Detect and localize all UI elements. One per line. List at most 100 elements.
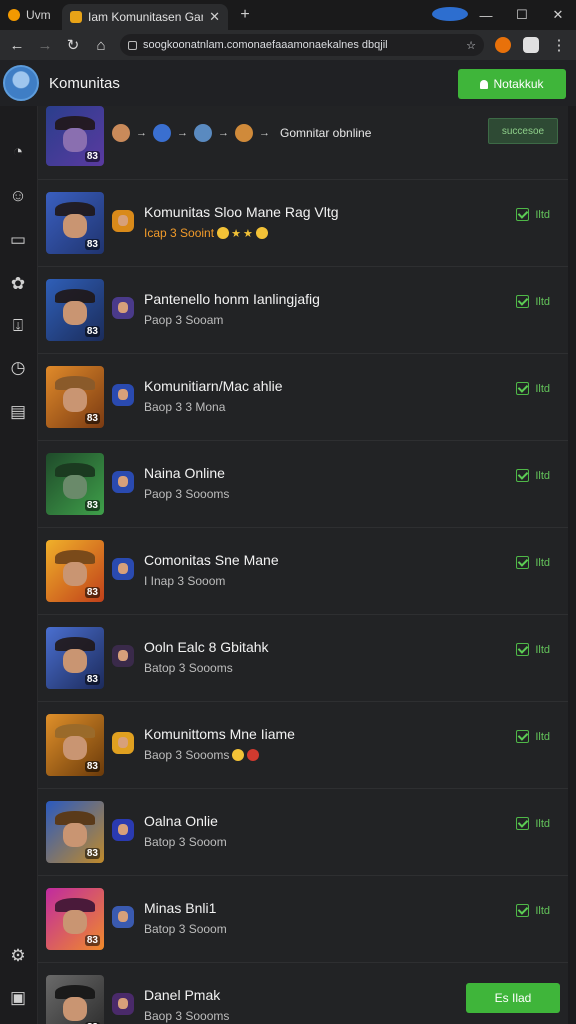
extension-icon[interactable] (490, 32, 516, 58)
player-icon (112, 993, 134, 1015)
window-controls: — ☐ ✕ (432, 0, 576, 30)
joined-badge[interactable]: Iltd (516, 904, 550, 917)
join-button[interactable]: Es Ilad (466, 983, 560, 1013)
joined-badge[interactable]: Iltd (516, 643, 550, 656)
item-title: Oalna Onlie (144, 813, 218, 829)
item-subtitle: Paop 3 Soooms (144, 487, 230, 501)
new-tab-button[interactable]: + (232, 6, 258, 24)
smile-icon[interactable]: ☺ (8, 186, 28, 206)
list-item[interactable]: 83 Danel Pmak Baop 3 Soooms Es Ilad (38, 963, 568, 1024)
home-icon[interactable]: ⌂ (88, 32, 114, 58)
item-title: Komunittoms Mne Iiame (144, 726, 295, 742)
friend-avatar (112, 124, 130, 142)
back-icon[interactable]: ← (4, 32, 30, 58)
list-item[interactable]: 83 Pantenello honm Ianlingjafig Paop 3 S… (38, 267, 568, 354)
game-thumbnail: 83 (46, 106, 104, 166)
minimize-icon[interactable]: — (468, 8, 504, 23)
chat-icon[interactable]: ▣ (8, 988, 28, 1008)
avatar[interactable] (3, 65, 39, 101)
game-thumbnail: 83 (46, 975, 104, 1024)
list-item[interactable]: 83 Naina Online Paop 3 Soooms Iltd (38, 441, 568, 528)
image-icon[interactable]: ▭ (8, 230, 28, 250)
game-thumbnail: 83 (46, 453, 104, 515)
gear-icon[interactable]: ⚙ (8, 946, 28, 966)
game-thumbnail: 83 (46, 279, 104, 341)
game-thumbnail: 83 (46, 888, 104, 950)
scrollbar[interactable] (568, 106, 576, 1024)
list-item[interactable]: 83 → → → → Gomnitar obnline succesoe (38, 106, 568, 180)
friend-avatar (153, 124, 171, 142)
tab-favicon-icon (8, 9, 20, 21)
game-thumbnail: 83 (46, 627, 104, 689)
item-subtitle: Batop 3 Sooom (144, 922, 227, 936)
friend-avatar (194, 124, 212, 142)
list-item[interactable]: 83 Comonitas Sne Mane I Inap 3 Sooom Ilt… (38, 528, 568, 615)
gauge-icon[interactable]: ◔ (8, 142, 28, 162)
item-title: Pantenello honm Ianlingjafig (144, 291, 320, 307)
joined-badge[interactable]: Iltd (516, 382, 550, 395)
lock-icon (128, 40, 137, 50)
check-icon (516, 295, 530, 308)
profile-icon[interactable] (432, 6, 468, 24)
notify-button-label: Notakkuk (493, 77, 544, 91)
friend-avatar (235, 124, 253, 142)
check-icon (516, 730, 530, 743)
joined-badge[interactable]: Iltd (516, 817, 550, 830)
menu-icon[interactable]: ⋮ (546, 32, 572, 58)
joined-badge[interactable]: Iltd (516, 208, 550, 221)
tab-favicon-icon (70, 11, 82, 23)
player-icon (112, 906, 134, 928)
friend-chain: → → → → Gomnitar obnline (112, 124, 371, 142)
player-icon (112, 732, 134, 754)
game-thumbnail: 83 (46, 540, 104, 602)
url-text: soogkoonatnlam.comonaefaaamonaekalnes db… (143, 39, 388, 51)
joined-badge[interactable]: Iltd (516, 730, 550, 743)
check-icon (516, 643, 530, 656)
list-item[interactable]: 83 Komunitiarn/Mac ahlie Baop 3 3 Mona I… (38, 354, 568, 441)
puzzle-icon[interactable]: ✿ (8, 274, 28, 294)
address-bar[interactable]: soogkoonatnlam.comonaefaaamonaekalnes db… (120, 34, 484, 56)
player-icon (112, 558, 134, 580)
tab-title: Uvm (26, 8, 51, 22)
maximize-icon[interactable]: ☐ (504, 7, 540, 23)
item-title: Minas Bnli1 (144, 900, 217, 916)
item-subtitle: Baop 3 Soooms (144, 1009, 230, 1023)
reload-icon[interactable]: ↻ (60, 32, 86, 58)
browser-toolbar: ← → ↻ ⌂ soogkoonatnlam.comonaefaaamonaek… (0, 30, 576, 60)
joined-badge[interactable]: Iltd (516, 556, 550, 569)
check-icon (516, 208, 530, 221)
notify-button[interactable]: Notakkuk (458, 69, 566, 99)
game-thumbnail: 83 (46, 366, 104, 428)
forward-icon[interactable]: → (32, 32, 58, 58)
close-icon[interactable]: ✕ (209, 9, 220, 25)
joined-badge[interactable]: Iltd (516, 469, 550, 482)
item-subtitle: Baop 3 3 Mona (144, 400, 226, 414)
card-icon[interactable]: ▤ (8, 402, 28, 422)
check-icon (516, 817, 530, 830)
item-subtitle: Batop 3 Soooms (144, 661, 233, 675)
check-icon (516, 556, 530, 569)
status-text: Gomnitar obnline (280, 126, 372, 140)
list-item[interactable]: 83 Oalna Onlie Batop 3 Sooom Iltd (38, 789, 568, 876)
close-window-icon[interactable]: ✕ (540, 7, 576, 23)
player-icon (112, 210, 134, 232)
app-header: Komunitas Notakkuk (0, 60, 576, 106)
check-icon (516, 904, 530, 917)
community-list: 83 → → → → Gomnitar obnline succesoe 83 … (38, 106, 568, 1024)
bell-icon (480, 79, 489, 89)
sidebar: ◔ ☺ ▭ ✿ ⍗ ◷ ▤ ⚙ ▣ (0, 106, 38, 1024)
list-item[interactable]: 83 Komunitas Sloo Mane Rag Vltg Icap 3 S… (38, 180, 568, 267)
download-icon[interactable]: ⍗ (8, 316, 28, 336)
tab-inactive[interactable]: Uvm (0, 0, 62, 30)
item-subtitle: Paop 3 Sooam (144, 313, 224, 327)
bookmark-star-icon[interactable]: ☆ (466, 39, 476, 52)
status-badge: succesoe (488, 118, 558, 144)
clock-icon[interactable]: ◷ (8, 358, 28, 378)
item-subtitle: Baop 3 Soooms (144, 748, 260, 762)
list-item[interactable]: 83 Komunittoms Mne Iiame Baop 3 Soooms I… (38, 702, 568, 789)
extension-puzzle-icon[interactable] (518, 32, 544, 58)
list-item[interactable]: 83 Ooln Ealc 8 Gbitahk Batop 3 Soooms Il… (38, 615, 568, 702)
tab-active[interactable]: Iam Komunitasen Gam ✕ (62, 4, 228, 30)
list-item[interactable]: 83 Minas Bnli1 Batop 3 Sooom Iltd (38, 876, 568, 963)
joined-badge[interactable]: Iltd (516, 295, 550, 308)
